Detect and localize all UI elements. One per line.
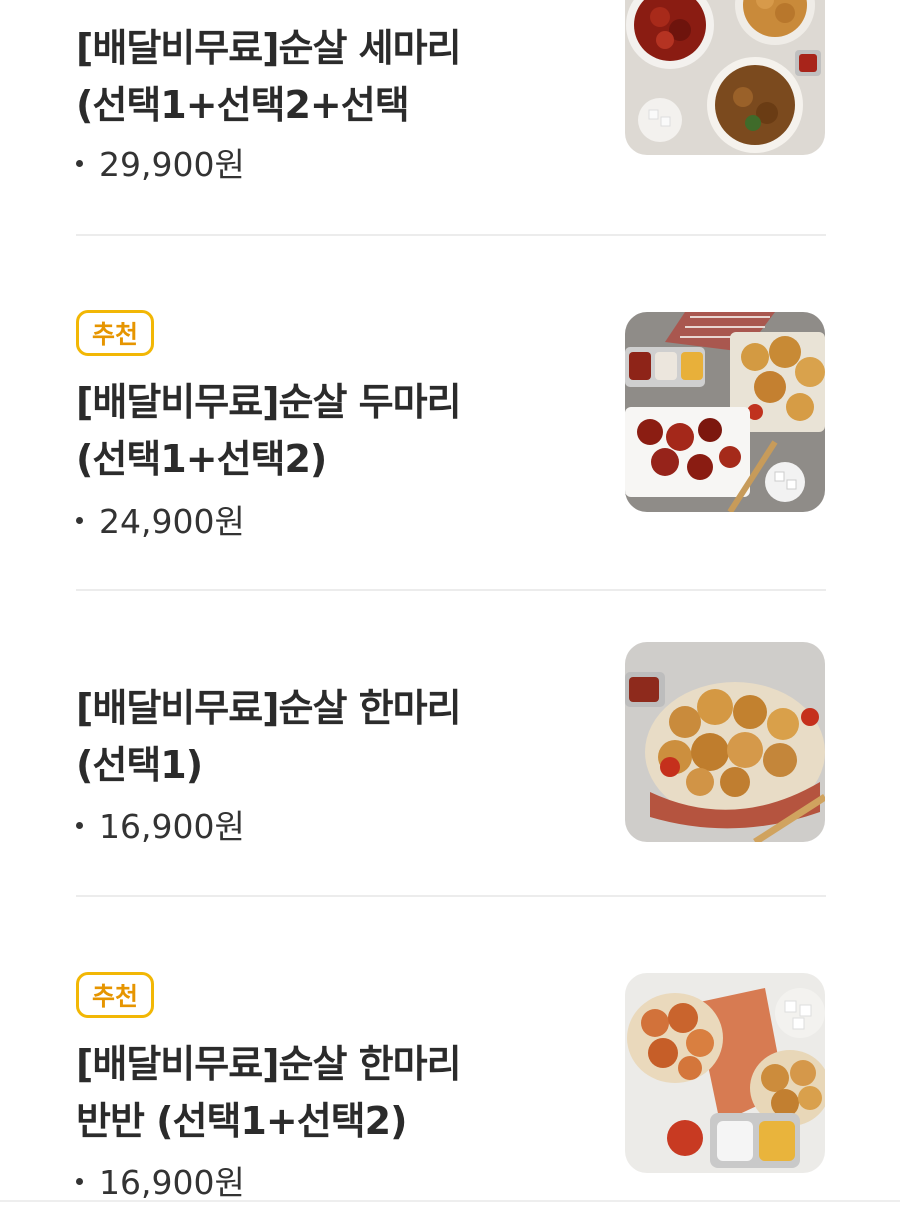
- divider: [0, 1200, 900, 1202]
- menu-item-price: 16,900원: [76, 1156, 245, 1204]
- menu-item-name: [배달비무료]순살 한마리 반반 (선택1+선택2): [76, 1036, 546, 1150]
- menu-item-name-line2: (선택1+선택2+선택: [76, 83, 410, 127]
- menu-item-name-line2: (선택1): [76, 743, 203, 787]
- menu-item-price-value: 24,900원: [99, 502, 245, 541]
- menu-item-price-value: 16,900원: [99, 807, 245, 846]
- menu-item-image[interactable]: [625, 312, 825, 512]
- bullet-icon: [76, 822, 83, 829]
- menu-item-name-line1: [배달비무료]순살 한마리: [76, 686, 462, 730]
- divider: [76, 895, 826, 897]
- menu-item-name: [배달비무료]순살 한마리 (선택1): [76, 680, 546, 794]
- bullet-icon: [76, 160, 83, 167]
- divider: [76, 589, 826, 591]
- menu-item-price: 29,900원: [76, 138, 245, 186]
- menu-item-name-line1: [배달비무료]순살 한마리: [76, 1042, 462, 1086]
- menu-item-image[interactable]: [625, 642, 825, 842]
- divider: [76, 234, 826, 236]
- menu-item-price-value: 29,900원: [99, 145, 245, 184]
- menu-item-image[interactable]: [625, 973, 825, 1173]
- menu-item-name-line2: 반반 (선택1+선택2): [76, 1099, 407, 1143]
- menu-item-price-value: 16,900원: [99, 1163, 245, 1202]
- bullet-icon: [76, 1178, 83, 1185]
- menu-item-name-line2: (선택1+선택2): [76, 437, 327, 481]
- menu-item-name-line1: [배달비무료]순살 두마리: [76, 380, 462, 424]
- menu-item-image[interactable]: [625, 0, 825, 155]
- menu-item-price: 16,900원: [76, 800, 245, 848]
- menu-item-name-line1: [배달비무료]순살 세마리: [76, 26, 462, 70]
- menu-item-price: 24,900원: [76, 495, 245, 543]
- recommend-badge: 추천: [76, 972, 154, 1018]
- menu-item-name: [배달비무료]순살 세마리 (선택1+선택2+선택: [76, 20, 546, 134]
- bullet-icon: [76, 517, 83, 524]
- menu-item-name: [배달비무료]순살 두마리 (선택1+선택2): [76, 374, 546, 488]
- recommend-badge: 추천: [76, 310, 154, 356]
